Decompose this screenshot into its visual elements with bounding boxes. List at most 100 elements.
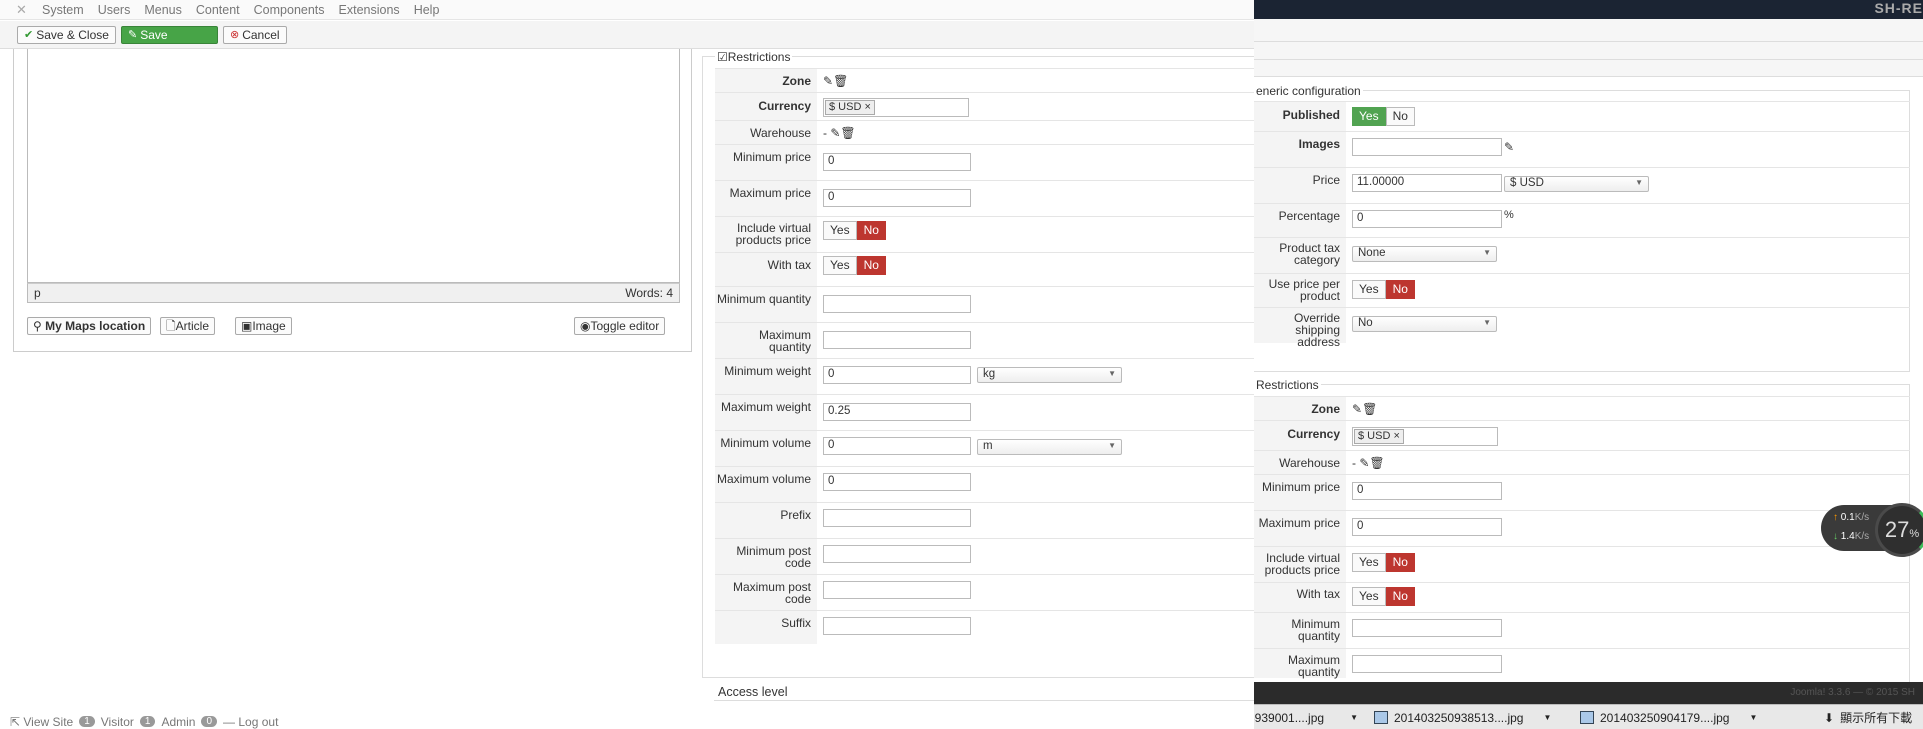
- suffix-input[interactable]: [823, 617, 971, 635]
- volume-unit-select[interactable]: m ▼: [977, 439, 1122, 455]
- published-label: Published: [1254, 102, 1346, 131]
- override-shipping-select[interactable]: No ▼: [1352, 316, 1497, 332]
- editor-statusbar: p Words: 4: [27, 283, 680, 303]
- edit-icon[interactable]: ✎: [823, 74, 833, 88]
- cancel-icon: ⊗: [230, 28, 240, 41]
- save-button[interactable]: ✎ Save: [121, 26, 218, 44]
- my-maps-location-button[interactable]: ⚲ My Maps location: [27, 317, 152, 335]
- published-toggle[interactable]: Yes No: [1352, 107, 1415, 126]
- with-tax-toggle[interactable]: Yes No: [1352, 587, 1415, 606]
- currency-row: Currency $ USD ×: [1254, 420, 1910, 450]
- menu-content[interactable]: Content: [196, 3, 240, 17]
- max-price-input[interactable]: 0: [1352, 518, 1502, 536]
- min-weight-row: Minimum weight 0 kg ▼: [715, 358, 1254, 394]
- save-close-button[interactable]: ✔ Save & Close: [17, 26, 116, 44]
- use-price-toggle[interactable]: Yes No: [1352, 280, 1415, 299]
- min-price-input[interactable]: 0: [1352, 482, 1502, 500]
- warehouse-row: Warehouse - ✎🗑: [715, 120, 1254, 144]
- eye-icon: ◉: [580, 319, 591, 333]
- menu-menus[interactable]: Menus: [144, 3, 182, 17]
- chevron-down-icon[interactable]: ▼: [1543, 713, 1551, 722]
- menu-help[interactable]: Help: [414, 3, 440, 17]
- min-price-label: Minimum price: [715, 145, 817, 180]
- cancel-button[interactable]: ⊗ Cancel: [223, 26, 287, 44]
- min-qty-input[interactable]: [823, 295, 971, 313]
- menu-components[interactable]: Components: [254, 3, 325, 17]
- message-count-badge[interactable]: 0: [201, 716, 218, 727]
- tax-category-select[interactable]: None ▼: [1352, 246, 1497, 262]
- min-volume-input[interactable]: 0: [823, 437, 971, 455]
- trash-icon[interactable]: 🗑: [1362, 402, 1377, 416]
- max-weight-input[interactable]: 0.25: [823, 403, 971, 421]
- with-tax-toggle[interactable]: Yes No: [823, 256, 886, 275]
- edit-icon[interactable]: ✎: [1504, 140, 1514, 154]
- chevron-down-icon[interactable]: ▼: [1350, 713, 1358, 722]
- access-level-legend: Access level: [716, 685, 790, 699]
- edit-icon[interactable]: ✎: [830, 126, 840, 140]
- min-post-input[interactable]: [823, 545, 971, 563]
- max-qty-label: Maximum quantity: [715, 323, 817, 358]
- images-input[interactable]: [1352, 138, 1502, 156]
- max-volume-input[interactable]: 0: [823, 473, 971, 491]
- download-icon: ⬇: [1824, 710, 1835, 725]
- edit-icon[interactable]: ✎: [1359, 456, 1369, 470]
- trash-icon[interactable]: 🗑: [1369, 456, 1384, 470]
- chevron-down-icon: ▼: [1108, 441, 1116, 450]
- with-tax-row: With tax Yes No: [715, 252, 1254, 286]
- min-price-row: Minimum price 0: [715, 144, 1254, 180]
- image-button[interactable]: ▣Image: [235, 317, 292, 335]
- min-qty-row: Minimum quantity: [1254, 612, 1910, 648]
- remove-tag-icon[interactable]: ×: [864, 101, 870, 113]
- logout-link[interactable]: — Log out: [223, 715, 278, 729]
- prefix-input[interactable]: [823, 509, 971, 527]
- remove-tag-icon[interactable]: ×: [1393, 430, 1399, 442]
- menu-system[interactable]: System: [42, 3, 84, 17]
- max-price-input[interactable]: 0: [823, 189, 971, 207]
- max-post-row: Maximum post code: [715, 574, 1254, 610]
- editor-textarea[interactable]: [27, 49, 680, 283]
- article-button[interactable]: 🗋Article: [160, 317, 215, 335]
- view-site-link[interactable]: ⇱ View Site: [10, 715, 73, 729]
- trash-icon[interactable]: 🗑: [840, 126, 855, 140]
- min-price-label: Minimum price: [1254, 475, 1346, 510]
- menu-extensions[interactable]: Extensions: [339, 3, 400, 17]
- admin-count-badge: 1: [139, 716, 156, 727]
- weight-unit-select[interactable]: kg ▼: [977, 367, 1122, 383]
- download-item[interactable]: 201403250904179....jpg ▼: [1580, 709, 1757, 726]
- edit-icon: ✎: [128, 28, 138, 41]
- trash-icon[interactable]: 🗑: [833, 74, 848, 88]
- chevron-down-icon[interactable]: ▼: [1749, 713, 1757, 722]
- warehouse-row: Warehouse - ✎🗑: [1254, 450, 1910, 474]
- percentage-input[interactable]: 0: [1352, 210, 1502, 228]
- currency-input[interactable]: $ USD ×: [823, 98, 969, 117]
- chevron-down-icon: ▼: [1483, 248, 1491, 257]
- suffix-row: Suffix: [715, 610, 1254, 644]
- download-item[interactable]: 201403250938513....jpg ▼: [1374, 709, 1551, 726]
- joomla-logo-icon[interactable]: ✕: [16, 2, 30, 17]
- edit-icon[interactable]: ✎: [1352, 402, 1362, 416]
- max-qty-input[interactable]: [1352, 655, 1502, 673]
- show-all-downloads-link[interactable]: ⬇ 顯示所有下載: [1824, 709, 1912, 726]
- max-price-label: Maximum price: [715, 181, 817, 216]
- menu-users[interactable]: Users: [98, 3, 131, 17]
- max-qty-input[interactable]: [823, 331, 971, 349]
- word-count: Words: 4: [625, 286, 673, 300]
- image-file-icon: [1580, 711, 1594, 724]
- checkbox-icon[interactable]: ☑: [717, 50, 728, 64]
- min-weight-input[interactable]: 0: [823, 366, 971, 384]
- override-shipping-label: Override shipping address: [1254, 308, 1346, 348]
- price-input[interactable]: 11.00000: [1352, 174, 1502, 192]
- max-qty-row: Maximum quantity: [715, 322, 1254, 358]
- admin-statusbar: ⇱ View Site 1 Visitor 1 Admin 0 — Log ou…: [0, 714, 1254, 729]
- toggle-editor-button[interactable]: ◉Toggle editor: [574, 317, 666, 335]
- min-qty-input[interactable]: [1352, 619, 1502, 637]
- include-virtual-toggle[interactable]: Yes No: [823, 221, 886, 240]
- chevron-down-icon: ▼: [1635, 178, 1643, 187]
- include-virtual-toggle[interactable]: Yes No: [1352, 553, 1415, 572]
- currency-input[interactable]: $ USD ×: [1352, 427, 1498, 446]
- right-window: SH-RE eneric configuration Published Yes N…: [1254, 0, 1923, 729]
- min-price-input[interactable]: 0: [823, 153, 971, 171]
- download-item[interactable]: 3939001....jpg ▼: [1254, 709, 1358, 726]
- price-currency-select[interactable]: $ USD ▼: [1504, 176, 1649, 192]
- max-post-input[interactable]: [823, 581, 971, 599]
